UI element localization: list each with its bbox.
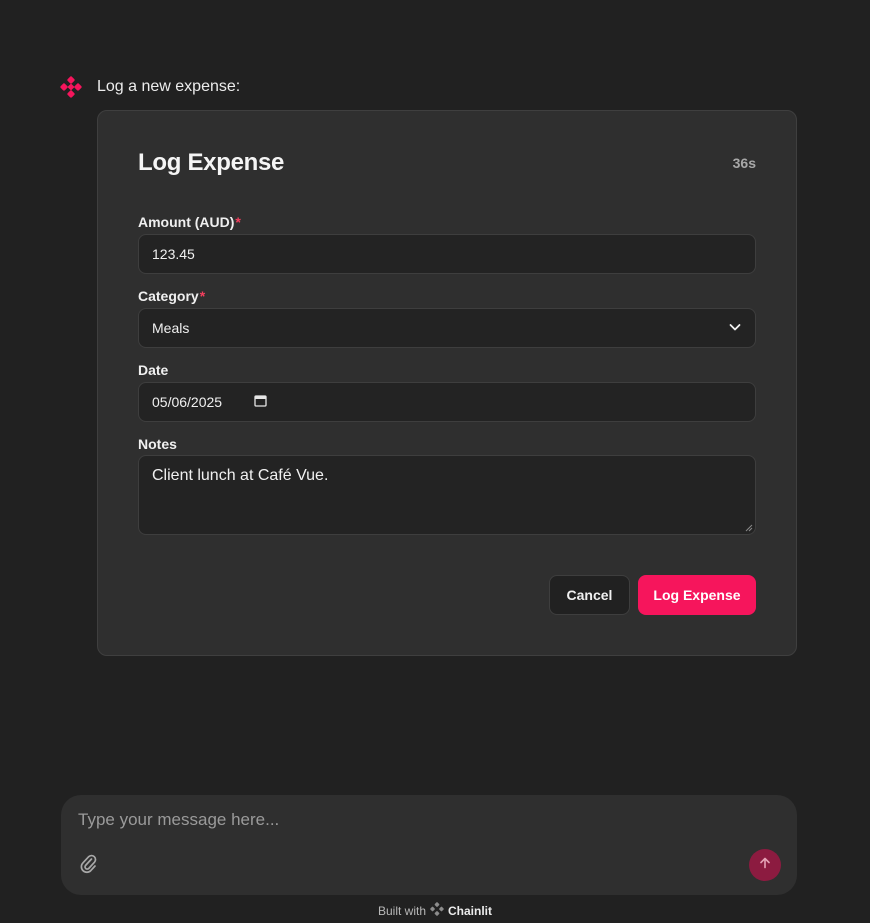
log-expense-button[interactable]: Log Expense: [638, 575, 756, 615]
notes-textarea[interactable]: Client lunch at Café Vue.: [138, 455, 756, 535]
required-mark: *: [235, 214, 241, 230]
cancel-button[interactable]: Cancel: [549, 575, 630, 615]
resize-grip-icon[interactable]: [745, 524, 753, 532]
chainlit-logo-icon: [60, 76, 82, 98]
category-value: Meals: [152, 320, 190, 336]
timer-badge: 36s: [732, 155, 756, 171]
amount-label: Amount (AUD)*: [138, 214, 241, 230]
chainlit-link[interactable]: Chainlit: [448, 904, 492, 918]
chevron-down-icon: [728, 320, 742, 337]
message-input[interactable]: Type your message here...: [78, 810, 279, 830]
required-mark: *: [199, 288, 206, 304]
category-select[interactable]: Meals: [138, 308, 756, 348]
amount-input[interactable]: 123.45: [138, 234, 756, 274]
message-composer: Type your message here...: [61, 795, 797, 895]
message-text: Log a new expense:: [97, 78, 241, 95]
category-label: Category*: [138, 288, 206, 304]
chat-page: Log a new expense: Log Expense 36s Amoun…: [0, 0, 870, 923]
date-value: 05/06/2025: [152, 394, 223, 410]
assistant-message: Log a new expense:: [60, 76, 240, 98]
notes-value: Client lunch at Café Vue.: [152, 467, 329, 484]
amount-value: 123.45: [152, 246, 195, 262]
chainlit-footer-logo-icon: [430, 902, 444, 919]
calendar-icon[interactable]: [254, 394, 267, 410]
footer-prefix: Built with: [377, 903, 427, 918]
paperclip-icon[interactable]: [79, 853, 99, 875]
expense-form-card: Log Expense 36s Amount (AUD)* 123.45 Cat…: [97, 110, 797, 656]
date-label: Date: [138, 362, 169, 378]
send-button[interactable]: [749, 849, 781, 881]
footer: Built with Chainlit: [0, 902, 870, 919]
form-title: Log Expense: [138, 149, 285, 176]
date-input[interactable]: 05/06/2025: [138, 382, 756, 422]
notes-label: Notes: [138, 436, 177, 452]
arrow-up-icon: [758, 856, 772, 875]
